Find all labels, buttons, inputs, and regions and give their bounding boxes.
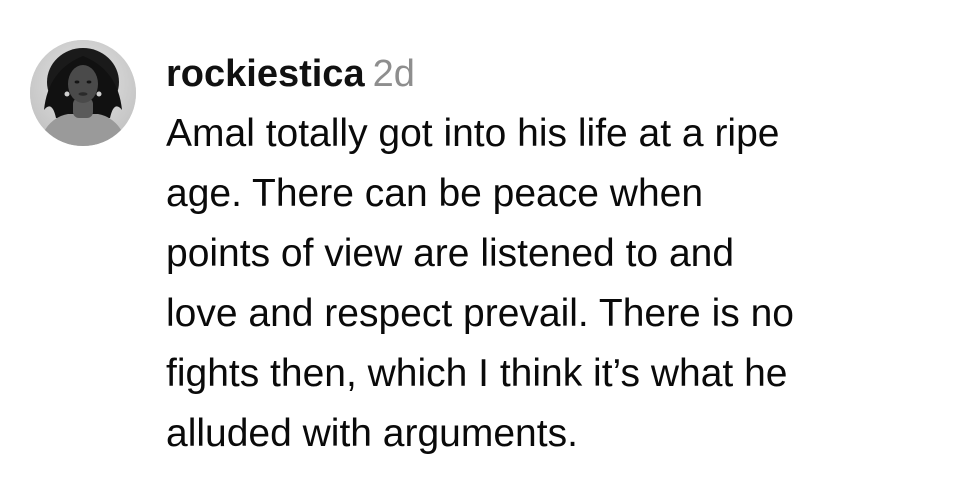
comment-text-line: alluded with arguments. <box>166 412 578 455</box>
comment-text-line: age. There can be peace when <box>166 172 704 215</box>
profile-photo-icon <box>30 40 136 146</box>
comment-text-line: fights then, which I think it’s what he <box>166 352 788 395</box>
comment-content: rockiestica 2d Amal totally got into his … <box>166 50 966 464</box>
comment-header: rockiestica 2d <box>166 50 966 98</box>
comment-text-line: Amal totally got into his life at a ripe <box>166 112 780 155</box>
comment-timestamp[interactable]: 2d <box>373 53 415 95</box>
avatar[interactable] <box>30 40 136 146</box>
comment-text: Amal totally got into his life at a ripe… <box>166 104 966 464</box>
comment-text-line: points of view are listened to and <box>166 232 735 275</box>
comment: rockiestica 2d Amal totally got into his … <box>0 0 980 488</box>
username-link[interactable]: rockiestica <box>166 53 365 95</box>
comment-text-line: love and respect prevail. There is no <box>166 292 794 335</box>
